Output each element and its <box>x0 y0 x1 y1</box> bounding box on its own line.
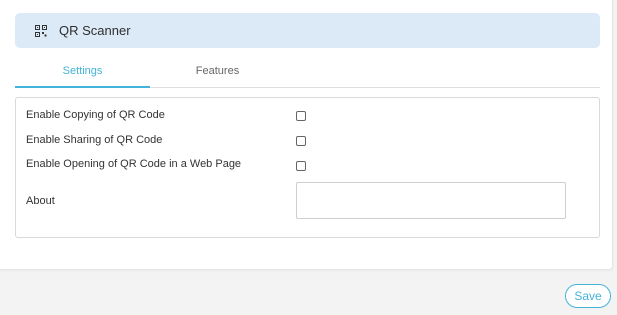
app-header-bar: QR Scanner <box>15 13 600 48</box>
enable-copying-label: Enable Copying of QR Code <box>26 109 165 121</box>
enable-copying-checkbox[interactable] <box>296 111 306 121</box>
qr-code-icon <box>35 24 47 37</box>
tab-features[interactable]: Features <box>150 58 285 88</box>
tab-settings[interactable]: Settings <box>15 58 150 88</box>
enable-sharing-checkbox[interactable] <box>296 136 306 146</box>
settings-panel: Enable Copying of QR Code Enable Sharing… <box>15 97 600 238</box>
enable-sharing-label: Enable Sharing of QR Code <box>26 134 163 146</box>
tab-bar: Settings Features <box>15 58 600 88</box>
enable-opening-checkbox[interactable] <box>296 161 306 171</box>
page-title: QR Scanner <box>59 23 131 38</box>
enable-opening-label: Enable Opening of QR Code in a Web Page <box>26 158 242 170</box>
settings-card: QR Scanner Settings Features Enable Copy… <box>0 0 613 270</box>
about-label: About <box>26 195 55 207</box>
about-input[interactable] <box>296 182 566 219</box>
save-button[interactable]: Save <box>565 284 611 308</box>
